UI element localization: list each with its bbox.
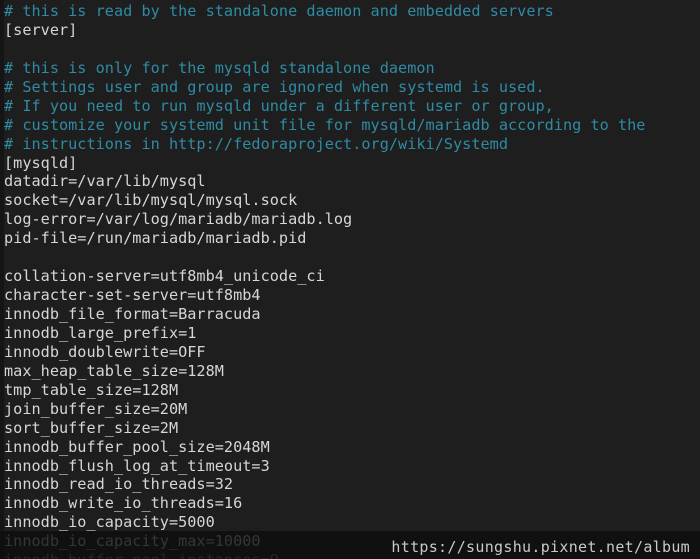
- code-line: collation-server=utf8mb4_unicode_ci: [4, 267, 325, 286]
- code-line: log-error=/var/log/mariadb/mariadb.log: [4, 210, 353, 229]
- code-line: datadir=/var/lib/mysql: [4, 172, 206, 191]
- code-line: innodb_write_io_threads=16: [4, 494, 243, 513]
- config-file-text[interactable]: # this is read by the standalone daemon …: [4, 2, 700, 559]
- code-line: socket=/var/lib/mysql/mysql.sock: [4, 191, 298, 210]
- code-line: # customize your systemd unit file for m…: [4, 115, 646, 134]
- code-line: innodb_read_io_threads=32: [4, 475, 234, 494]
- code-line: innodb_doublewrite=OFF: [4, 342, 206, 361]
- code-line: [server]: [4, 20, 78, 39]
- code-line: innodb_large_prefix=1: [4, 323, 197, 342]
- left-gutter: [0, 0, 4, 559]
- code-line: pid-file=/run/mariadb/mariadb.pid: [4, 229, 307, 248]
- terminal-window: # this is read by the standalone daemon …: [0, 0, 700, 559]
- code-line: character-set-server=utf8mb4: [4, 286, 261, 305]
- code-line: # Settings user and group are ignored wh…: [4, 77, 545, 96]
- code-line: # instructions in http://fedoraproject.o…: [4, 134, 508, 153]
- code-line: sort_buffer_size=2M: [4, 418, 179, 437]
- code-line: tmp_table_size=128M: [4, 380, 179, 399]
- code-line: innodb_file_format=Barracuda: [4, 305, 261, 323]
- code-line: # If you need to run mysqld under a diff…: [4, 96, 554, 115]
- code-line: innodb_flush_log_at_timeout=3: [4, 456, 270, 475]
- code-line: innodb_io_capacity=5000: [4, 513, 215, 532]
- code-line: innodb_buffer_pool_size=2048M: [4, 437, 270, 456]
- code-line: # this is only for the mysqld standalone…: [4, 58, 435, 77]
- watermark-url: https://sungshu.pixnet.net/album: [391, 538, 690, 556]
- code-line: max_heap_table_size=128M: [4, 361, 224, 380]
- code-line: [mysqld]: [4, 153, 78, 172]
- code-line: # this is read by the standalone daemon …: [4, 2, 554, 20]
- code-line: join_buffer_size=20M: [4, 399, 188, 418]
